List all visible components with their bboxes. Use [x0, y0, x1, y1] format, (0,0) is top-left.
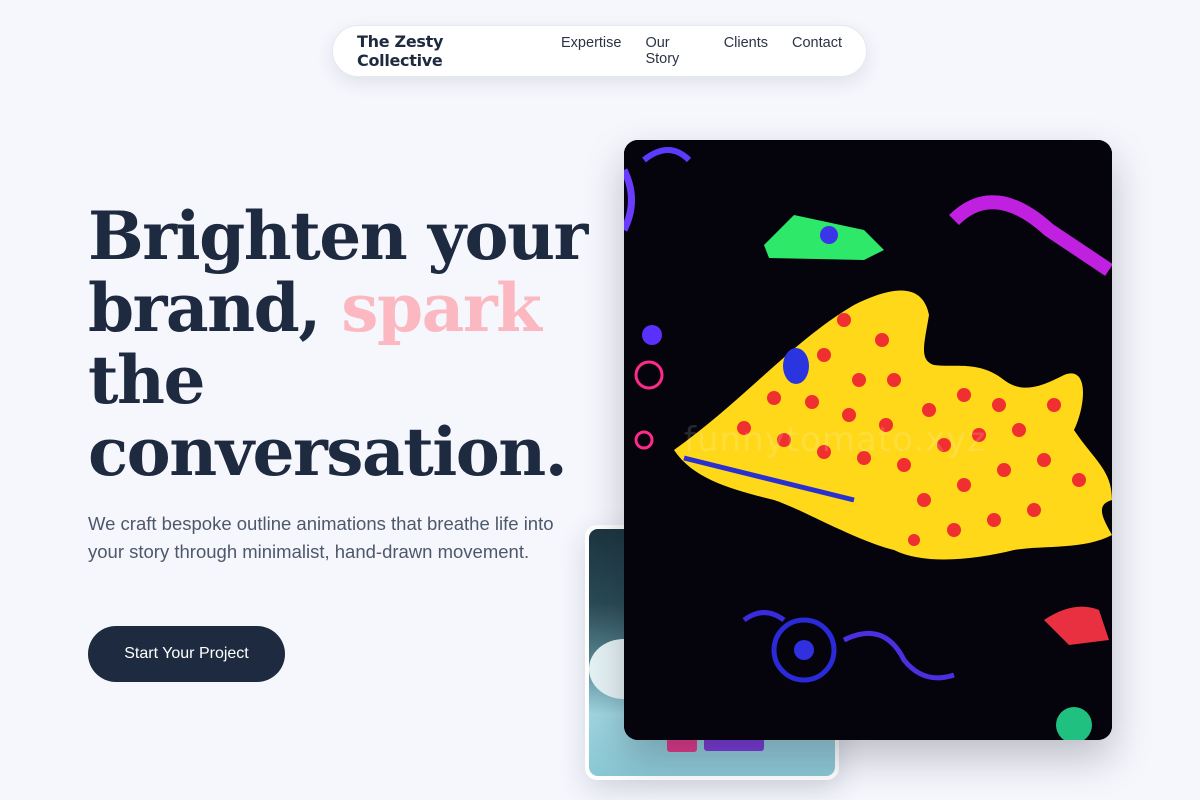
headline-part2: the conversation.: [88, 341, 568, 491]
nav-link-contact[interactable]: Contact: [792, 35, 842, 67]
start-project-button[interactable]: Start Your Project: [88, 626, 285, 682]
hero-headline: Brighten your brand, spark the conversat…: [88, 200, 598, 488]
hero-subtext: We craft bespoke outline animations that…: [88, 513, 554, 562]
brand-logo[interactable]: The Zesty Collective: [357, 32, 529, 70]
top-nav: The Zesty Collective Expertise Our Story…: [332, 25, 867, 77]
nav-links: Expertise Our Story Clients Contact: [561, 35, 842, 67]
hero-image-card: funnytomato.xyz: [624, 140, 1112, 740]
nav-link-expertise[interactable]: Expertise: [561, 35, 621, 67]
image-watermark: funnytomato.xyz: [684, 420, 987, 460]
headline-accent: spark: [341, 269, 542, 347]
nav-link-our-story[interactable]: Our Story: [645, 35, 699, 67]
landing-page: The Zesty Collective Expertise Our Story…: [0, 0, 1200, 800]
nav-link-clients[interactable]: Clients: [724, 35, 768, 67]
